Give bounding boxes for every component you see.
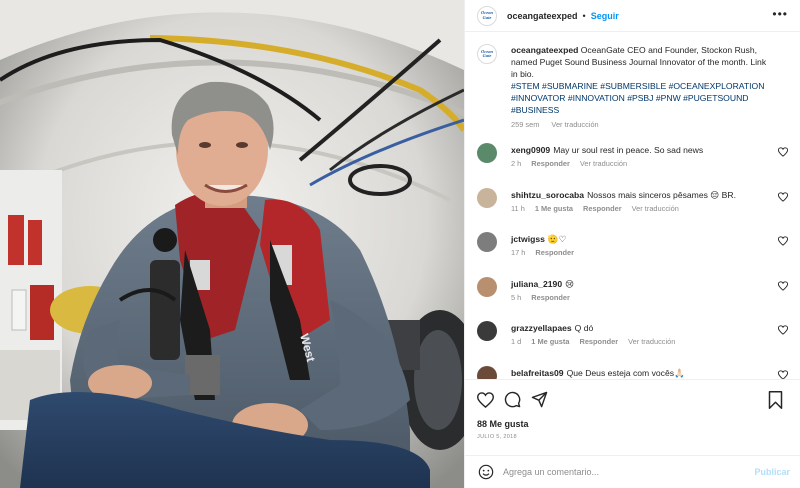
reply-button[interactable]: Responder bbox=[579, 337, 618, 346]
caption-username[interactable]: oceangateexped bbox=[511, 45, 578, 55]
translate-link[interactable]: Ver traducción bbox=[580, 159, 627, 168]
comment-avatar[interactable] bbox=[477, 143, 497, 163]
caption-age[interactable]: 259 sem bbox=[511, 120, 539, 129]
comment-likes[interactable]: 1 Me gusta bbox=[531, 337, 569, 346]
comment-text: 🫡♡ bbox=[547, 234, 567, 244]
comments-list[interactable]: Ocean Gate oceangateexped OceanGate CEO … bbox=[465, 32, 800, 379]
post-comment-button[interactable]: Publicar bbox=[754, 467, 790, 477]
logo-text-line-2: Gate bbox=[482, 14, 492, 20]
translate-link[interactable]: Ver traducción bbox=[628, 337, 675, 346]
caption-meta: 259 sem Ver traducción bbox=[511, 119, 773, 131]
post-photo[interactable]: West bbox=[0, 0, 464, 488]
comment-avatar[interactable] bbox=[477, 187, 497, 208]
translate-link[interactable]: Ver traducción bbox=[632, 204, 679, 213]
comment-icon[interactable] bbox=[502, 390, 522, 410]
comment-heart-icon[interactable] bbox=[777, 147, 789, 157]
comment-line: xeng0909 May ur soul rest in peace. So sa… bbox=[511, 144, 771, 156]
caption-hashtags[interactable]: #STEM #SUBMARINE #SUBMERSIBLE #OCEANEXPL… bbox=[511, 80, 773, 116]
comment-heart-icon[interactable] bbox=[777, 236, 789, 246]
comment-avatar[interactable] bbox=[477, 276, 497, 297]
post-header: Ocean Gate oceangateexped • Seguir ••• bbox=[465, 0, 800, 32]
caption-body: oceangateexped OceanGate CEO and Founder… bbox=[511, 44, 773, 131]
comment-body: juliana_2190 😢 5 h Responder bbox=[511, 277, 771, 322]
add-comment-bar: Publicar bbox=[465, 455, 800, 488]
comment-avatar[interactable] bbox=[477, 321, 497, 341]
comment-text: May ur soul rest in peace. So sad news bbox=[553, 145, 704, 155]
comment-text: Que Deus esteja com vocês🙏🏻 bbox=[566, 367, 685, 378]
comment-meta: 1 d 1 Me gusta Responder Ver traducción bbox=[511, 337, 771, 346]
submarine-photo: West bbox=[0, 0, 464, 488]
caption-translate-link[interactable]: Ver traducción bbox=[551, 120, 598, 129]
comment-body: grazzyellapaes Q dó 1 d 1 Me gusta Responder… bbox=[511, 321, 771, 366]
comment-body: shihtzu_sorocaba Nossos mais sinceros pês… bbox=[511, 188, 771, 233]
comment-text: Nossos mais sinceros pêsames 😔 BR. bbox=[587, 189, 736, 200]
comment-username[interactable]: xeng0909 bbox=[511, 145, 550, 155]
comment-avatar[interactable] bbox=[477, 232, 497, 252]
comment-age[interactable]: 5 h bbox=[511, 293, 521, 302]
comment-item: belafreitas09 Que Deus esteja com vocês🙏🏻 bbox=[477, 365, 789, 380]
comment-item: xeng0909 May ur soul rest in peace. So sa… bbox=[477, 143, 789, 188]
heart-icon[interactable] bbox=[475, 390, 495, 410]
send-icon[interactable] bbox=[529, 390, 549, 410]
comment-meta: 11 h 1 Me gusta Responder Ver traducción bbox=[511, 204, 771, 213]
action-bar bbox=[465, 379, 800, 419]
comment-line: jctwigss 🫡♡ bbox=[511, 233, 771, 245]
instagram-post: West Ocean Gate oceangateexped • Seguir … bbox=[0, 0, 800, 488]
comment-age[interactable]: 2 h bbox=[511, 159, 521, 168]
comment-line: grazzyellapaes Q dó bbox=[511, 322, 771, 334]
comment-username[interactable]: shihtzu_sorocaba bbox=[511, 190, 584, 200]
comment-item: jctwigss 🫡♡ 17 h Responder bbox=[477, 232, 789, 277]
comment-item: shihtzu_sorocaba Nossos mais sinceros pês… bbox=[477, 187, 789, 233]
comment-age[interactable]: 1 d bbox=[511, 337, 521, 346]
comment-body: jctwigss 🫡♡ 17 h Responder bbox=[511, 232, 771, 277]
comment-likes[interactable]: 1 Me gusta bbox=[535, 204, 573, 213]
comment-body: xeng0909 May ur soul rest in peace. So sa… bbox=[511, 143, 771, 188]
comment-heart-icon[interactable] bbox=[777, 325, 789, 335]
reply-button[interactable]: Responder bbox=[583, 204, 622, 213]
emoji-icon[interactable] bbox=[477, 463, 495, 481]
comment-heart-icon[interactable] bbox=[777, 369, 789, 379]
logo-text-line-2: Gate bbox=[482, 53, 492, 58]
comment-input[interactable] bbox=[503, 467, 733, 477]
reply-button[interactable]: Responder bbox=[535, 248, 574, 257]
follow-button[interactable]: Seguir bbox=[591, 11, 619, 21]
comment-text: 😢 bbox=[565, 278, 575, 289]
reply-button[interactable]: Responder bbox=[531, 293, 570, 302]
comment-body: belafreitas09 Que Deus esteja com vocês🙏🏻 bbox=[511, 366, 771, 380]
comment-username[interactable]: belafreitas09 bbox=[511, 368, 564, 378]
comment-meta: 2 h Responder Ver traducción bbox=[511, 159, 771, 168]
comment-username[interactable]: jctwigss bbox=[511, 234, 545, 244]
comment-username[interactable]: grazzyellapaes bbox=[511, 323, 572, 333]
comment-meta: 5 h Responder bbox=[511, 293, 771, 302]
post-date[interactable]: JULIO 5, 2018 bbox=[465, 432, 800, 450]
caption: Ocean Gate oceangateexped OceanGate CEO … bbox=[477, 44, 788, 131]
comment-username[interactable]: juliana_2190 bbox=[511, 279, 562, 289]
header-separator: • bbox=[582, 10, 586, 21]
likes-count[interactable]: 88 Me gusta bbox=[465, 419, 800, 432]
bookmark-icon[interactable] bbox=[765, 390, 785, 410]
profile-avatar[interactable]: Ocean Gate bbox=[477, 5, 497, 26]
reply-button[interactable]: Responder bbox=[531, 159, 570, 168]
caption-avatar[interactable]: Ocean Gate bbox=[477, 44, 497, 64]
comment-item: juliana_2190 😢 5 h Responder bbox=[477, 276, 789, 322]
comment-age[interactable]: 11 h bbox=[511, 204, 525, 213]
more-options-icon[interactable]: ••• bbox=[772, 8, 788, 20]
comment-meta: 17 h Responder bbox=[511, 248, 771, 257]
comment-line: shihtzu_sorocaba Nossos mais sinceros pês… bbox=[511, 189, 771, 201]
comment-avatar[interactable] bbox=[477, 365, 497, 379]
post-sidebar: Ocean Gate oceangateexped • Seguir ••• O… bbox=[464, 0, 800, 488]
comment-item: grazzyellapaes Q dó 1 d 1 Me gusta Responder… bbox=[477, 321, 789, 366]
header-username[interactable]: oceangateexped bbox=[507, 11, 578, 21]
comment-heart-icon[interactable] bbox=[777, 280, 789, 291]
comment-rows: xeng0909 May ur soul rest in peace. So sa… bbox=[477, 143, 789, 380]
comment-heart-icon[interactable] bbox=[777, 191, 789, 202]
comment-line: belafreitas09 Que Deus esteja com vocês🙏🏻 bbox=[511, 367, 771, 379]
comment-line: juliana_2190 😢 bbox=[511, 278, 771, 290]
comment-text: Q dó bbox=[574, 323, 594, 333]
comment-age[interactable]: 17 h bbox=[511, 248, 525, 257]
